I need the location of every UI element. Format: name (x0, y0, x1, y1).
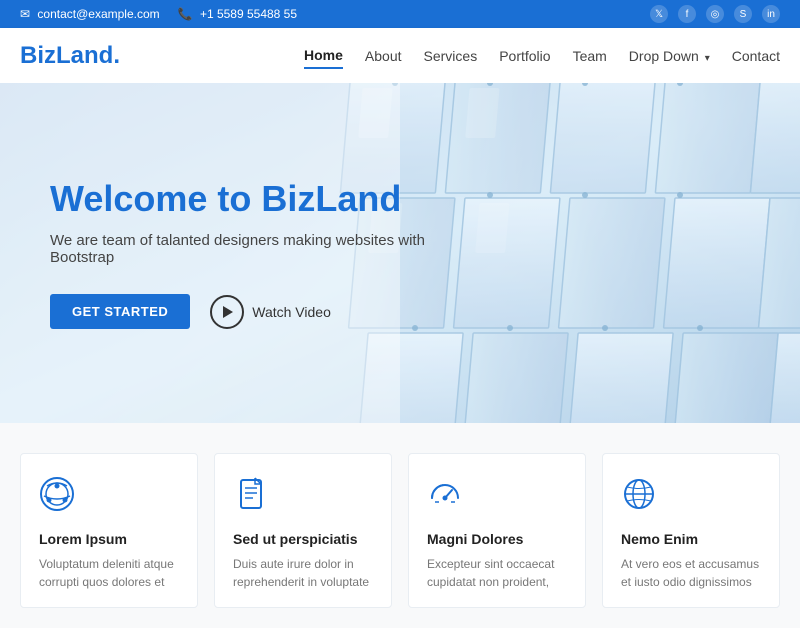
navbar: BizLand. Home About Services Portfolio T… (0, 28, 800, 83)
get-started-button[interactable]: GET STARTED (50, 294, 190, 329)
hero-title-highlight: BizLand (261, 178, 401, 219)
card-2-icon (233, 476, 373, 517)
card-4: Nemo Enim At vero eos et accusamus et iu… (602, 453, 780, 608)
card-1: Lorem Ipsum Voluptatum deleniti atque co… (20, 453, 198, 608)
top-bar-contact: ✉ contact@example.com 📞 +1 5589 55488 55 (20, 7, 297, 21)
card-1-title: Lorem Ipsum (39, 531, 179, 547)
nav-about[interactable]: About (365, 44, 402, 68)
nav-dropdown[interactable]: Drop Down ▾ (629, 44, 710, 68)
card-2-text: Duis aute irure dolor in reprehenderit i… (233, 555, 373, 591)
email-icon: ✉ (20, 7, 30, 21)
nav-home[interactable]: Home (304, 43, 343, 69)
nav-contact[interactable]: Contact (732, 44, 780, 68)
cards-section: Lorem Ipsum Voluptatum deleniti atque co… (0, 423, 800, 628)
play-circle-icon (210, 295, 244, 329)
top-bar: ✉ contact@example.com 📞 +1 5589 55488 55… (0, 0, 800, 28)
hero-title: Welcome to BizLand (50, 177, 450, 220)
card-2: Sed ut perspiciatis Duis aute irure dolo… (214, 453, 392, 608)
social-icons: 𝕏 f ◎ S in (650, 5, 780, 23)
card-3-title: Magni Dolores (427, 531, 567, 547)
card-2-title: Sed ut perspiciatis (233, 531, 373, 547)
nav-links: Home About Services Portfolio Team Drop … (304, 43, 780, 69)
play-triangle-icon (223, 306, 233, 318)
nav-portfolio[interactable]: Portfolio (499, 44, 550, 68)
linkedin-icon[interactable]: in (762, 5, 780, 23)
hero-subtitle: We are team of talanted designers making… (50, 232, 450, 266)
instagram-icon[interactable]: ◎ (706, 5, 724, 23)
card-3-icon (427, 476, 567, 517)
card-1-text: Voluptatum deleniti atque corrupti quos … (39, 555, 179, 591)
email-text: ✉ contact@example.com (20, 7, 160, 21)
card-4-text: At vero eos et accusamus et iusto odio d… (621, 555, 761, 591)
nav-services[interactable]: Services (424, 44, 478, 68)
brand-logo[interactable]: BizLand. (20, 42, 120, 70)
hero-section: Welcome to BizLand We are team of talant… (0, 83, 800, 423)
card-4-title: Nemo Enim (621, 531, 761, 547)
phone-text: 📞 +1 5589 55488 55 (178, 7, 297, 21)
brand-name: BizLand (20, 42, 113, 69)
card-3-text: Excepteur sint occaecat cupidatat non pr… (427, 555, 567, 591)
facebook-icon[interactable]: f (678, 5, 696, 23)
card-1-icon (39, 476, 179, 517)
skype-icon[interactable]: S (734, 5, 752, 23)
nav-team[interactable]: Team (573, 44, 607, 68)
dropdown-arrow-icon: ▾ (705, 53, 710, 64)
card-3: Magni Dolores Excepteur sint occaecat cu… (408, 453, 586, 608)
phone-icon: 📞 (178, 7, 193, 21)
watch-video-button[interactable]: Watch Video (210, 295, 331, 329)
hero-content: Welcome to BizLand We are team of talant… (0, 177, 500, 329)
brand-dot: . (113, 42, 120, 69)
hero-buttons: GET STARTED Watch Video (50, 294, 450, 329)
twitter-icon[interactable]: 𝕏 (650, 5, 668, 23)
card-4-icon (621, 476, 761, 517)
